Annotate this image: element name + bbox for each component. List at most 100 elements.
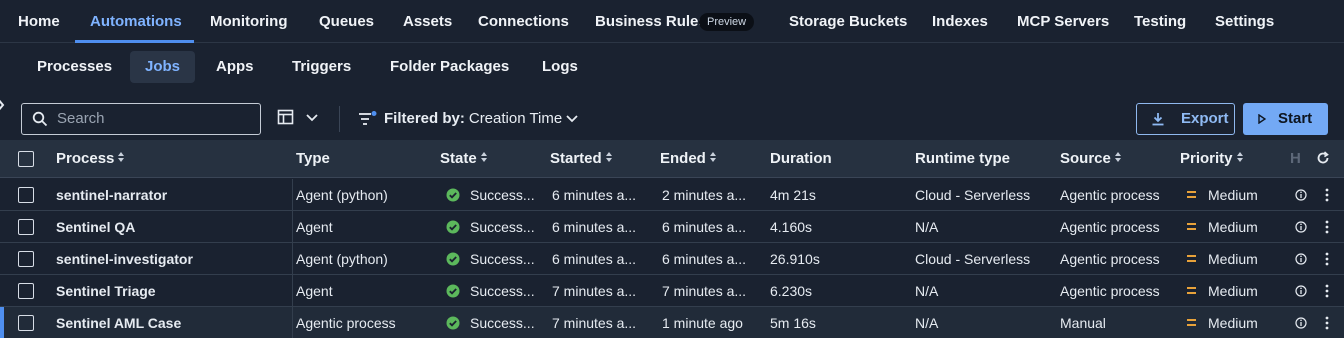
refresh-icon[interactable] (1316, 151, 1330, 165)
cell-ended: 7 minutes a... (662, 283, 747, 299)
cell-source: Agentic process (1060, 283, 1160, 299)
cell-type: Agent (python) (296, 187, 388, 203)
cell-priority: Medium (1208, 219, 1258, 235)
row-checkbox[interactable] (18, 251, 34, 267)
download-icon (1152, 113, 1164, 126)
column-divider (292, 243, 293, 275)
filter-dropdown[interactable]: Filtered by: Creation Time (358, 103, 578, 135)
nav-testing[interactable]: Testing (1134, 0, 1186, 43)
info-icon[interactable] (1295, 221, 1307, 233)
success-check-icon (446, 284, 460, 298)
search-placeholder: Search (57, 110, 105, 127)
start-label: Start (1278, 110, 1313, 127)
filter-label: Filtered by: (384, 110, 465, 127)
row-checkbox[interactable] (18, 219, 34, 235)
export-label: Export (1181, 110, 1229, 127)
cell-source: Agentic process (1060, 187, 1160, 203)
subnav-jobs[interactable]: Jobs (130, 51, 196, 83)
row-checkbox[interactable] (18, 187, 34, 203)
header-priority[interactable]: Priority (1180, 140, 1244, 178)
cell-runtime-type: N/A (915, 315, 939, 331)
table-row[interactable]: Sentinel QA Agent Success... 6 minutes a...… (0, 211, 1344, 243)
nav-queues[interactable]: Queues (319, 0, 374, 43)
cell-priority: Medium (1208, 251, 1258, 267)
select-all-checkbox[interactable] (18, 151, 34, 167)
more-options-icon[interactable] (1324, 188, 1330, 202)
sort-icon (480, 152, 488, 164)
info-icon[interactable] (1295, 189, 1307, 201)
more-options-icon[interactable] (1324, 316, 1330, 330)
cell-type: Agent (python) (296, 251, 388, 267)
nav-settings[interactable]: Settings (1215, 0, 1274, 43)
header-h[interactable]: H (1290, 140, 1301, 178)
cell-source: Manual (1060, 315, 1106, 331)
subnav-apps[interactable]: Apps (201, 51, 269, 83)
start-button[interactable]: Start (1243, 103, 1328, 135)
nav-mcp-servers[interactable]: MCP Servers (1017, 0, 1109, 43)
subnav-processes[interactable]: Processes (22, 51, 127, 83)
toolbar: Search Filtered by: Creation Time Export… (0, 98, 1344, 140)
search-input[interactable]: Search (21, 103, 261, 135)
nav-assets[interactable]: Assets (403, 0, 452, 43)
view-selector[interactable] (277, 108, 321, 130)
info-icon[interactable] (1295, 285, 1307, 297)
cell-duration: 26.910s (770, 251, 820, 267)
more-options-icon[interactable] (1324, 252, 1330, 266)
cell-process[interactable]: Sentinel Triage (56, 275, 286, 307)
nav-connections[interactable]: Connections (478, 0, 569, 43)
row-checkbox[interactable] (18, 315, 34, 331)
table-row[interactable]: sentinel-narrator Agent (python) Success..… (0, 179, 1344, 211)
filter-icon (359, 111, 377, 125)
header-runtime-type[interactable]: Runtime type (915, 140, 1010, 178)
nav-monitoring[interactable]: Monitoring (210, 0, 287, 43)
header-state[interactable]: State (440, 140, 488, 178)
table-header: Process Type State Started Ended Duratio… (0, 140, 1344, 178)
subnav-triggers[interactable]: Triggers (277, 51, 366, 83)
subnav-logs[interactable]: Logs (527, 51, 593, 83)
export-button[interactable]: Export (1136, 103, 1235, 135)
row-checkbox[interactable] (18, 283, 34, 299)
header-type[interactable]: Type (296, 140, 330, 178)
table-row[interactable]: Sentinel Triage Agent Success... 7 minutes … (0, 275, 1344, 307)
cell-process[interactable]: sentinel-narrator (56, 179, 286, 211)
cell-process[interactable]: Sentinel AML Case (56, 307, 286, 338)
cell-state: Success... (470, 315, 535, 331)
column-divider (292, 307, 293, 338)
header-process[interactable]: Process (56, 140, 125, 178)
search-icon (32, 111, 48, 127)
info-icon[interactable] (1295, 317, 1307, 329)
table-row[interactable]: sentinel-investigator Agent (python) Succe… (0, 243, 1344, 275)
cell-started: 6 minutes a... (552, 187, 637, 203)
nav-storage-buckets[interactable]: Storage Buckets (789, 0, 907, 43)
more-options-icon[interactable] (1324, 220, 1330, 234)
table-row[interactable]: Sentinel AML Case Agentic process Success.… (0, 307, 1344, 338)
cell-runtime-type: Cloud - Serverless (915, 187, 1031, 203)
sub-nav: Processes Jobs Apps Triggers Folder Pack… (0, 44, 1344, 90)
info-icon[interactable] (1295, 253, 1307, 265)
chevron-down-icon (306, 114, 318, 122)
header-duration[interactable]: Duration (770, 140, 832, 178)
cell-started: 6 minutes a... (552, 251, 637, 267)
column-divider (292, 179, 293, 211)
header-started[interactable]: Started (550, 140, 613, 178)
nav-automations[interactable]: Automations (90, 0, 182, 43)
play-icon (1258, 114, 1266, 124)
subnav-folder-packages[interactable]: Folder Packages (375, 51, 524, 83)
sort-icon (1236, 152, 1244, 164)
selected-row-indicator (0, 307, 4, 338)
nav-business-rules[interactable]: Business Rules (595, 0, 707, 43)
cell-runtime-type: N/A (915, 283, 939, 299)
cell-process[interactable]: sentinel-investigator (56, 243, 286, 275)
cell-priority: Medium (1208, 187, 1258, 203)
cell-process[interactable]: Sentinel QA (56, 211, 286, 243)
more-options-icon[interactable] (1324, 284, 1330, 298)
toolbar-divider (339, 106, 340, 132)
header-ended[interactable]: Ended (660, 140, 717, 178)
sort-icon (605, 152, 613, 164)
cell-state: Success... (470, 251, 535, 267)
cell-source: Agentic process (1060, 219, 1160, 235)
nav-indexes[interactable]: Indexes (932, 0, 988, 43)
header-source[interactable]: Source (1060, 140, 1122, 178)
cell-started: 7 minutes a... (552, 283, 637, 299)
nav-home[interactable]: Home (18, 0, 60, 43)
